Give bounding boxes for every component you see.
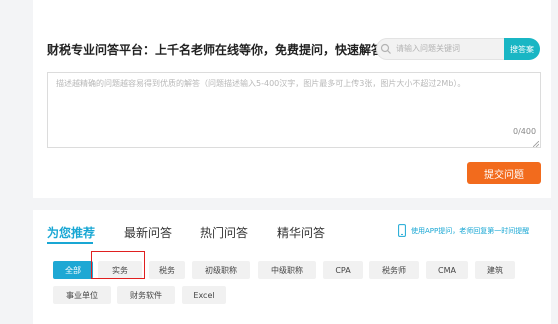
active-tab-indicator xyxy=(47,242,93,244)
resize-handle-icon[interactable] xyxy=(533,141,539,147)
submit-question-button[interactable]: 提交问题 xyxy=(467,162,541,184)
tab-recommended[interactable]: 为您推荐 xyxy=(47,224,95,241)
search-button[interactable]: 搜答案 xyxy=(504,38,540,60)
phone-icon xyxy=(398,224,406,237)
app-tip-text[interactable]: 使用APP提问，老师回复第一时间提醒 xyxy=(411,226,529,236)
tag-cma[interactable]: CMA xyxy=(426,261,468,279)
tag-excel[interactable]: Excel xyxy=(182,286,226,304)
page-title: 财税专业问答平台：上千名老师在线等你，免费提问，快速解答 xyxy=(47,43,384,57)
question-placeholder: 描述越精确的问题越容易得到优质的解答（问题描述输入5-400汉字，图片最多可上传… xyxy=(56,79,466,88)
search-placeholder: 请输入问题关键词 xyxy=(396,44,460,53)
search-icon xyxy=(380,43,391,54)
tag-intermediate-title[interactable]: 中级职称 xyxy=(258,261,316,279)
tag-cpa[interactable]: CPA xyxy=(323,261,363,279)
tag-public-institution[interactable]: 事业单位 xyxy=(53,286,111,304)
tag-construction[interactable]: 建筑 xyxy=(475,261,515,279)
highlight-annotation xyxy=(91,251,145,279)
tab-featured[interactable]: 精华问答 xyxy=(277,224,325,241)
char-counter: 0/400 xyxy=(513,127,537,136)
tag-tax-agent[interactable]: 税务师 xyxy=(369,261,419,279)
tag-tax[interactable]: 税务 xyxy=(149,261,185,279)
tag-finance-software[interactable]: 财务软件 xyxy=(117,286,175,304)
tag-all[interactable]: 全部 xyxy=(53,261,93,279)
tag-junior-title[interactable]: 初级职称 xyxy=(192,261,250,279)
tab-latest[interactable]: 最新问答 xyxy=(124,224,172,241)
tab-hot[interactable]: 热门问答 xyxy=(200,224,248,241)
